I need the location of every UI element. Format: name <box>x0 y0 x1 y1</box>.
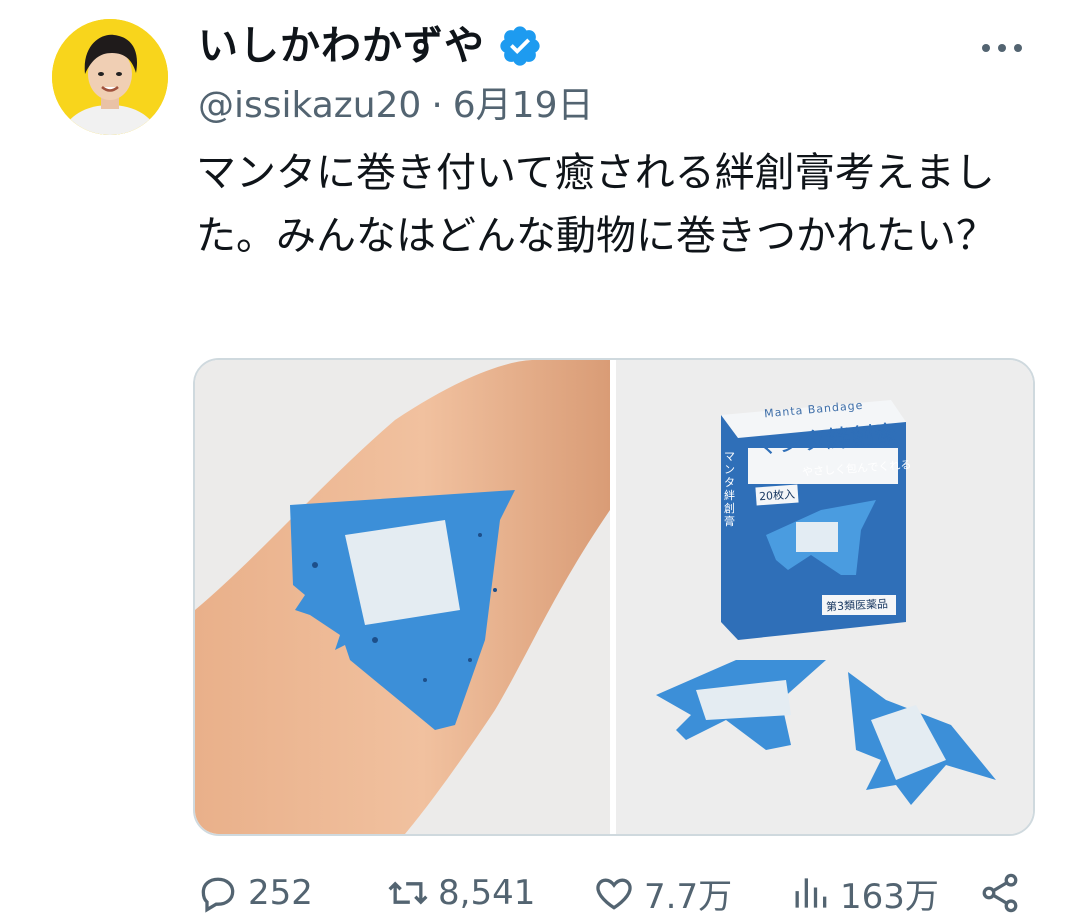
more-options-button[interactable] <box>982 36 1030 60</box>
verified-badge-icon <box>500 26 540 66</box>
more-dot-icon <box>1014 44 1022 52</box>
tweet-date[interactable]: 6月19日 <box>453 85 594 126</box>
reply-button[interactable]: 252 <box>196 871 313 915</box>
views-count: 163万 <box>840 876 939 917</box>
share-button[interactable] <box>978 871 1022 915</box>
box-side-title: マンタ絆創膏 <box>724 450 735 528</box>
views-button[interactable]: 163万 <box>788 869 939 918</box>
more-dot-icon <box>998 44 1006 52</box>
meta-separator: · <box>431 85 443 126</box>
share-icon <box>982 873 1018 913</box>
like-button[interactable]: 7.7万 <box>592 869 732 918</box>
author-header: いしかわかずや <box>198 20 543 72</box>
avatar[interactable] <box>52 19 168 135</box>
repost-button[interactable]: 8,541 <box>386 871 535 915</box>
tweet-actions: 252 8,541 7.7万 163万 <box>196 868 1036 918</box>
box-category: 第3類医薬品 <box>825 597 889 614</box>
views-icon <box>795 878 827 908</box>
tweet-media[interactable]: Manta Bandage マンタ絆創膏 やさしく包んでくれる 20枚入 マンタ… <box>193 358 1035 836</box>
handle[interactable]: @issikazu20 <box>198 85 421 126</box>
repost-count: 8,541 <box>438 873 536 913</box>
more-dot-icon <box>982 44 990 52</box>
tweet-text: マンタに巻き付いて癒される絆創膏考えました。みんなはどんな動物に巻きつかれたい？ <box>196 150 996 259</box>
arm-bandage-illustration <box>195 360 610 834</box>
like-count: 7.7万 <box>644 876 733 917</box>
reply-icon <box>201 877 235 913</box>
heart-icon <box>596 878 632 910</box>
reply-count: 252 <box>248 873 313 913</box>
box-count: 20枚入 <box>755 484 799 506</box>
photo-product-box[interactable]: Manta Bandage マンタ絆創膏 やさしく包んでくれる 20枚入 マンタ… <box>616 360 1033 834</box>
tweet-meta: @issikazu20 · 6月19日 <box>198 82 593 130</box>
repost-icon <box>388 881 428 905</box>
photo-arm-bandage[interactable] <box>195 360 610 834</box>
avatar-image <box>52 19 168 135</box>
display-name[interactable]: いしかわかずや <box>198 20 485 72</box>
